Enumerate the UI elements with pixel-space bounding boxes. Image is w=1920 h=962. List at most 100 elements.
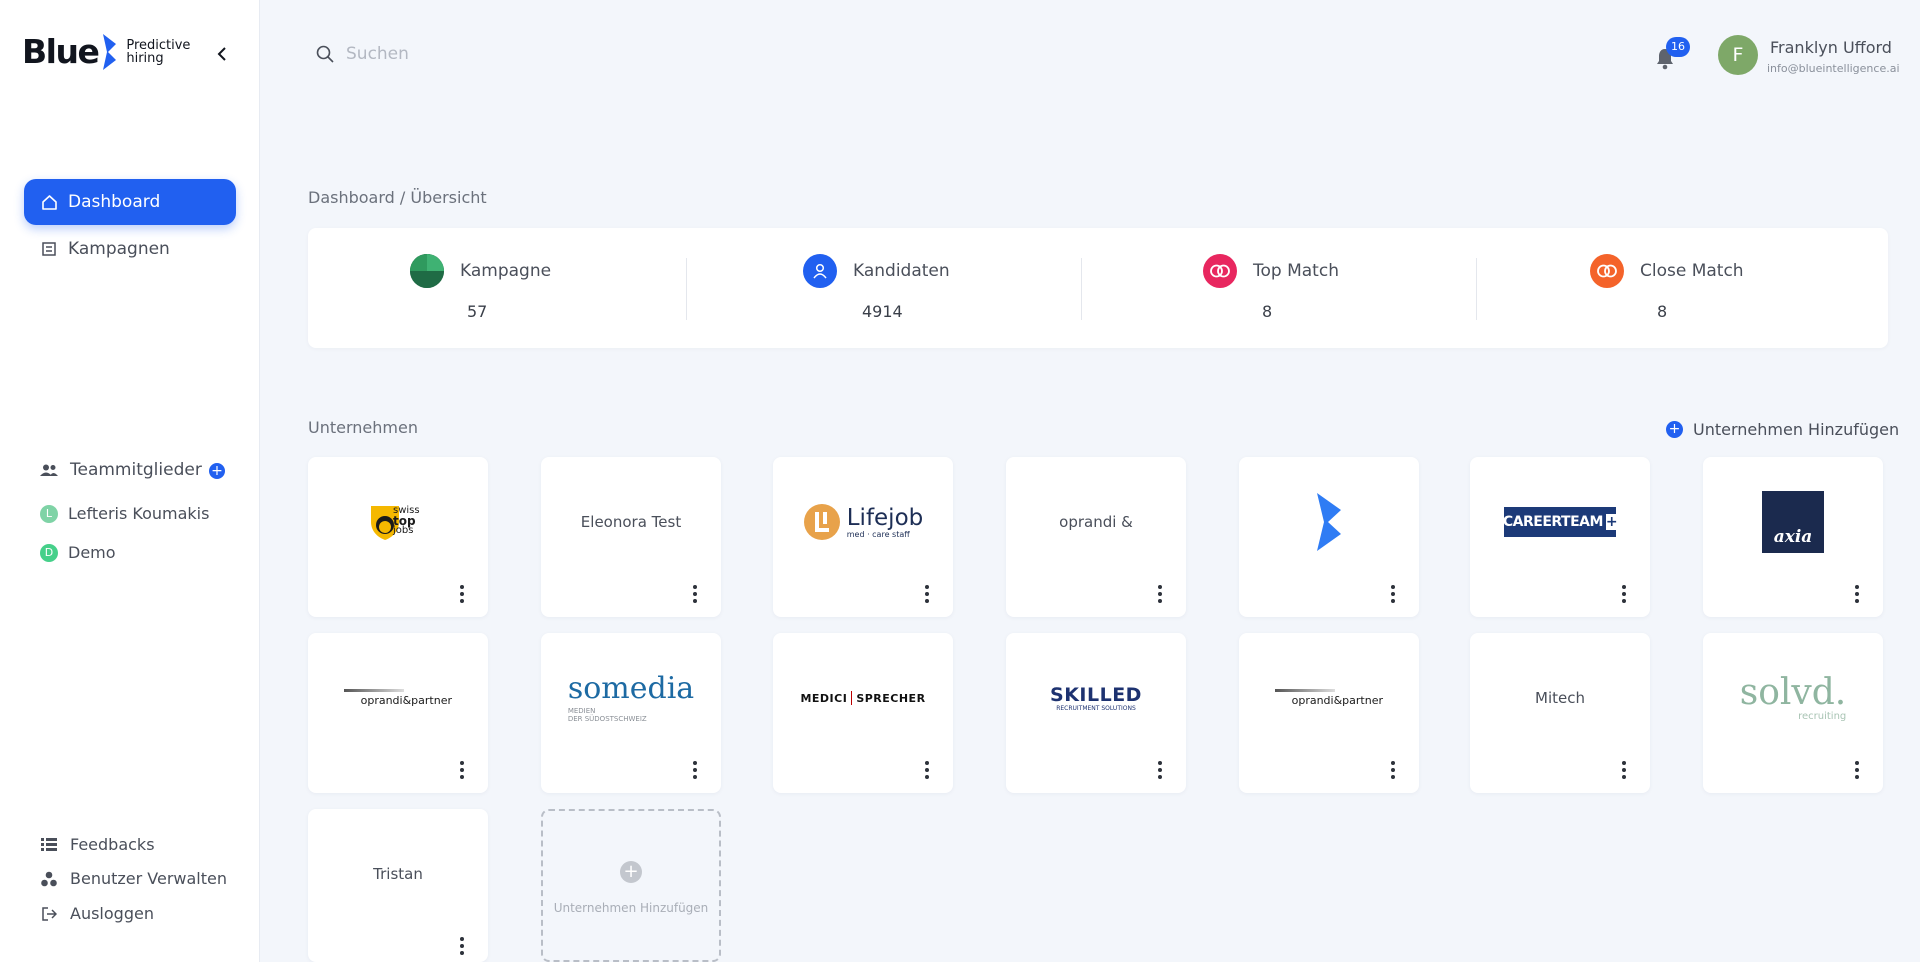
company-logo-text: axia [1773, 527, 1813, 547]
company-logo-text: SKILLED [1050, 683, 1142, 706]
stat-kandidaten[interactable]: Kandidaten 4914 [703, 228, 1098, 348]
stat-label: Top Match [1253, 261, 1339, 281]
stat-label: Kampagne [460, 261, 552, 281]
company-menu-button[interactable] [919, 583, 935, 605]
companies-title: Unternehmen [308, 418, 418, 437]
company-logo-text: recruiting [1798, 710, 1847, 722]
company-menu-button[interactable] [454, 759, 470, 781]
company-card[interactable]: Tristan [308, 809, 488, 962]
company-menu-button[interactable] [1849, 759, 1865, 781]
company-logo-text: Lifejob [846, 504, 924, 531]
add-company-link[interactable]: + Unternehmen Hinzufügen [1666, 420, 1899, 439]
brand-mark-icon [103, 33, 117, 70]
brand-tagline: Predictive hiring [126, 37, 191, 66]
company-logo-text: CAREERTEAM [1502, 514, 1604, 530]
company-logo-text: solvd. [1739, 671, 1847, 713]
company-logo-text: SPRECHER [856, 691, 926, 705]
company-menu-button[interactable] [687, 583, 703, 605]
company-menu-button[interactable] [454, 935, 470, 957]
add-company-card[interactable]: + Unternehmen Hinzufügen [541, 809, 721, 962]
company-menu-button[interactable] [1849, 583, 1865, 605]
company-logo-text: DER SÜDOSTSCHWEIZ [567, 715, 647, 723]
company-menu-button[interactable] [919, 759, 935, 781]
company-menu-button[interactable] [1152, 759, 1168, 781]
collapse-sidebar-button[interactable] [212, 44, 232, 64]
chevron-left-icon [217, 47, 226, 61]
member-name: Demo [68, 543, 116, 562]
brand-logo[interactable]: Blue Predictive hiring [22, 32, 190, 71]
company-card[interactable]: CAREERTEAM + [1470, 457, 1650, 617]
member-avatar: L [40, 504, 58, 523]
divider [1081, 258, 1082, 320]
pie-chart-icon [410, 254, 444, 288]
company-logo-text: oprandi&partner [360, 694, 452, 707]
company-logo: somedia MEDIEN DER SÜDOSTSCHWEIZ [541, 633, 721, 763]
company-logo-text: MEDIEN [567, 707, 596, 715]
team-members-heading: Teammitglieder [40, 460, 202, 480]
company-logo: axia [1703, 457, 1883, 587]
plus-icon: + [620, 861, 642, 883]
company-card[interactable]: Mitech [1470, 633, 1650, 793]
company-menu-button[interactable] [1385, 583, 1401, 605]
blue-mark-logo-icon [1317, 493, 1341, 551]
company-card[interactable]: swiss top jobs [308, 457, 488, 617]
company-logo: solvd. recruiting [1703, 633, 1883, 763]
user-avatar[interactable]: F [1718, 35, 1758, 75]
company-card[interactable]: somedia MEDIEN DER SÜDOSTSCHWEIZ [541, 633, 721, 793]
company-logo-text: med · care staff [846, 529, 910, 539]
company-card[interactable]: oprandi&partner [308, 633, 488, 793]
plus-icon: + [1666, 421, 1683, 438]
company-menu-button[interactable] [687, 759, 703, 781]
search-input[interactable] [346, 44, 646, 64]
plus-box-icon: + [1605, 514, 1618, 530]
team-member[interactable]: D Demo [40, 543, 116, 562]
nav-kampagnen[interactable]: Kampagnen [24, 226, 236, 272]
search-icon [316, 45, 334, 63]
nav-ausloggen[interactable]: Ausloggen [40, 904, 154, 923]
nav-dashboard[interactable]: Dashboard [24, 179, 236, 225]
company-logo [1239, 457, 1419, 587]
nav-feedbacks[interactable]: Feedbacks [40, 835, 155, 854]
sidebar: Blue Predictive hiring Dashboard Kampagn… [0, 0, 260, 962]
company-name: oprandi & [1059, 513, 1133, 531]
brand-name: Blue [22, 32, 100, 71]
company-menu-button[interactable] [1152, 583, 1168, 605]
add-company-label: Unternehmen Hinzufügen [553, 901, 709, 915]
company-name: Tristan [373, 865, 423, 883]
company-card[interactable] [1239, 457, 1419, 617]
company-menu-button[interactable] [1385, 759, 1401, 781]
company-card[interactable]: oprandi & [1006, 457, 1186, 617]
company-card[interactable]: Lifejob med · care staff [773, 457, 953, 617]
nav-kampagnen-label: Kampagnen [68, 239, 170, 259]
lifejob-logo-icon [803, 504, 840, 540]
team-icon [40, 464, 58, 476]
company-card[interactable]: MEDICI SPRECHER [773, 633, 953, 793]
company-menu-button[interactable] [1616, 583, 1632, 605]
home-icon [40, 193, 58, 211]
company-card[interactable]: Eleonora Test [541, 457, 721, 617]
company-logo-text: somedia [567, 671, 695, 706]
add-team-member-button[interactable]: + [209, 463, 225, 479]
company-name: Mitech [1535, 689, 1585, 707]
company-menu-button[interactable] [1616, 759, 1632, 781]
match-icon [1203, 254, 1237, 288]
stat-close-match[interactable]: Close Match 8 [1493, 228, 1888, 348]
team-member[interactable]: L Lefteris Koumakis [40, 504, 209, 523]
user-email: info@blueintelligence.ai [1767, 62, 1900, 75]
company-card[interactable]: SKILLED RECRUITMENT SOLUTIONS [1006, 633, 1186, 793]
search-bar[interactable] [316, 44, 646, 64]
company-card[interactable]: axia [1703, 457, 1883, 617]
user-icon [803, 254, 837, 288]
company-card[interactable]: solvd. recruiting [1703, 633, 1883, 793]
company-menu-button[interactable] [454, 583, 470, 605]
member-avatar: D [40, 543, 58, 562]
user-name[interactable]: Franklyn Ufford [1770, 38, 1892, 57]
company-logo: CAREERTEAM + [1470, 457, 1650, 587]
company-card[interactable]: oprandi&partner [1239, 633, 1419, 793]
nav-dashboard-label: Dashboard [68, 192, 161, 212]
stat-kampagne[interactable]: Kampagne 57 [308, 228, 703, 348]
company-logo: MEDICI SPRECHER [773, 633, 953, 763]
stat-top-match[interactable]: Top Match 8 [1098, 228, 1493, 348]
company-logo-text: MEDICI [800, 691, 848, 705]
nav-benutzer-verwalten[interactable]: Benutzer Verwalten [40, 869, 227, 888]
